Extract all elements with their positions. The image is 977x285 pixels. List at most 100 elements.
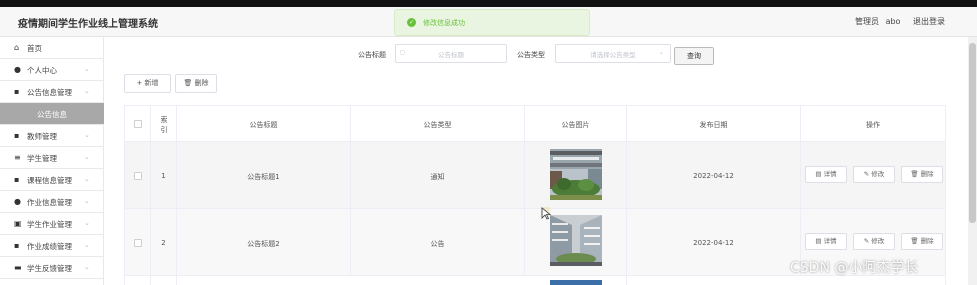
- row-checkbox[interactable]: [134, 172, 142, 180]
- sidebar-item-feedback[interactable]: ▬ 学生反馈管理 ⌄: [0, 257, 104, 279]
- header-index-cell: 索引: [151, 106, 177, 141]
- logout-link[interactable]: 退出登录: [913, 17, 945, 26]
- bulk-delete-label: 删除: [194, 79, 209, 87]
- bulk-delete-button[interactable]: 🗑 删除: [175, 74, 217, 93]
- sidebar-item-label: 学生作业管理: [27, 220, 72, 229]
- user-area: 管理员 abo 退出登录: [851, 16, 945, 27]
- sidebar-item-student-homework[interactable]: ▣ 学生作业管理 ⌄: [0, 213, 104, 235]
- select-all-checkbox[interactable]: [134, 120, 142, 128]
- doc-icon: ▬: [14, 263, 22, 272]
- grid-icon: ▪: [14, 131, 20, 140]
- sidebar-item-home[interactable]: ⌂ 首页: [0, 37, 104, 59]
- row-select-cell: [125, 142, 151, 208]
- add-button[interactable]: + 新增: [124, 74, 171, 93]
- type-select[interactable]: 请选择公告类型 ⌄: [555, 44, 671, 63]
- row-title: 公告标题2: [247, 240, 280, 248]
- sidebar-item-label: 个人中心: [27, 66, 57, 75]
- title-search-input[interactable]: ◻ 公告标题: [395, 44, 507, 63]
- row-index: 2: [161, 239, 166, 247]
- sidebar-item-student[interactable]: ≡ 学生管理 ⌄: [0, 147, 104, 169]
- page-scrollbar[interactable]: [968, 37, 977, 285]
- sidebar-item-course[interactable]: ▪ 课程信息管理 ⌄: [0, 169, 104, 191]
- header-image: 公告图片: [561, 121, 590, 129]
- detail-label: 详情: [823, 237, 837, 245]
- delete-label: 删除: [920, 170, 934, 178]
- notice-image[interactable]: [550, 215, 602, 266]
- row-image-cell: [525, 142, 627, 208]
- header-type-cell: 公告类型: [351, 106, 525, 141]
- title-search-label: 公告标题: [358, 51, 386, 59]
- check-icon: ✓: [407, 18, 416, 27]
- sidebar: ⌂ 首页 ● 个人中心 ⌄ ▪ 公告信息管理 ⌄ 公告信息 ▪ 教师管理 ⌄ ≡…: [0, 37, 104, 285]
- type-search-label: 公告类型: [517, 51, 545, 59]
- sidebar-item-label: 教师管理: [27, 132, 57, 141]
- delete-button[interactable]: 🗑 删除: [901, 233, 943, 250]
- edit-icon: ✎: [863, 170, 870, 178]
- detail-label: 详情: [823, 170, 837, 178]
- title-search-placeholder: 公告标题: [438, 51, 464, 59]
- detail-icon: ▤: [815, 237, 822, 245]
- sidebar-item-notice-management[interactable]: ▪ 公告信息管理 ⌄: [0, 81, 104, 103]
- detail-button[interactable]: ▤ 详情: [805, 233, 847, 250]
- notice-image-partial: [550, 280, 602, 285]
- row-title-cell: 公告标题2: [177, 209, 351, 275]
- chevron-down-icon: ⌄: [84, 153, 90, 161]
- chevron-down-icon: ⌄: [84, 197, 90, 205]
- edit-button[interactable]: ✎ 修改: [853, 166, 895, 183]
- row-index-cell: 1: [151, 142, 177, 208]
- edit-icon: ✎: [863, 237, 870, 245]
- sidebar-item-label: 学生管理: [27, 154, 57, 163]
- type-select-placeholder: 请选择公告类型: [590, 51, 636, 59]
- user-name: abo: [885, 17, 901, 26]
- row-checkbox[interactable]: [134, 239, 142, 247]
- query-button[interactable]: 查询: [674, 47, 714, 65]
- home-icon: ⌂: [14, 43, 20, 52]
- grid-icon: ▪: [14, 241, 20, 250]
- row-type: 公告: [430, 240, 445, 248]
- watermark: CSDN @小阿杰学长: [790, 260, 919, 276]
- row-actions-cell: ▤ 详情 ✎ 修改 🗑 删除: [801, 142, 945, 208]
- sidebar-item-profile[interactable]: ● 个人中心 ⌄: [0, 59, 104, 81]
- notice-image[interactable]: [550, 149, 602, 200]
- trash-icon: 🗑: [910, 237, 919, 245]
- app-title: 疫情期间学生作业线上管理系统: [18, 19, 158, 30]
- chevron-down-icon: ⌄: [84, 241, 90, 249]
- chevron-down-icon: ⌄: [84, 219, 90, 227]
- header-title-cell: 公告标题: [177, 106, 351, 141]
- detail-button[interactable]: ▤ 详情: [805, 166, 847, 183]
- top-dark-strip: [0, 0, 977, 7]
- row-type: 通知: [430, 173, 445, 181]
- chevron-down-icon: ⌄: [84, 263, 90, 271]
- trash-icon: 🗑: [183, 79, 193, 87]
- sidebar-item-label: 首页: [27, 44, 42, 53]
- row-index-cell: [151, 276, 177, 285]
- header-date: 发布日期: [699, 121, 728, 129]
- chevron-down-icon: ⌄: [84, 65, 90, 73]
- search-bar: 公告标题 ◻ 公告标题 公告类型 请选择公告类型 ⌄ 查询: [104, 40, 977, 66]
- sidebar-item-label: 作业信息管理: [27, 198, 72, 207]
- delete-label: 删除: [920, 237, 934, 245]
- row-image-cell: [525, 276, 627, 285]
- chevron-down-icon: ⌄: [84, 87, 90, 95]
- table-header: 索引 公告标题 公告类型 公告图片 发布日期 操作: [125, 106, 945, 142]
- header-title: 公告标题: [249, 121, 278, 129]
- sidebar-item-scores[interactable]: ▪ 作业成绩管理 ⌄: [0, 235, 104, 257]
- edit-label: 修改: [871, 237, 885, 245]
- detail-icon: ▤: [815, 170, 822, 178]
- row-type-cell: 通知: [351, 142, 525, 208]
- sidebar-item-teacher[interactable]: ▪ 教师管理 ⌄: [0, 125, 104, 147]
- toast-message: 修改信息成功: [423, 19, 465, 27]
- scrollbar-thumb[interactable]: [969, 43, 976, 223]
- user-icon: ●: [14, 65, 21, 74]
- mouse-cursor-icon: [541, 207, 551, 220]
- sidebar-item-label: 公告信息管理: [27, 88, 72, 97]
- row-index: 1: [161, 172, 166, 180]
- book-icon: ▣: [14, 219, 22, 228]
- delete-button[interactable]: 🗑 删除: [901, 166, 943, 183]
- sidebar-item-notice-info[interactable]: 公告信息: [0, 103, 104, 125]
- pin-icon: ●: [14, 197, 21, 206]
- header-select-cell: [125, 106, 151, 141]
- edit-button[interactable]: ✎ 修改: [853, 233, 895, 250]
- sidebar-item-homework-info[interactable]: ● 作业信息管理 ⌄: [0, 191, 104, 213]
- header-bar: 疫情期间学生作业线上管理系统 ✓ 修改信息成功 管理员 abo 退出登录: [0, 7, 977, 37]
